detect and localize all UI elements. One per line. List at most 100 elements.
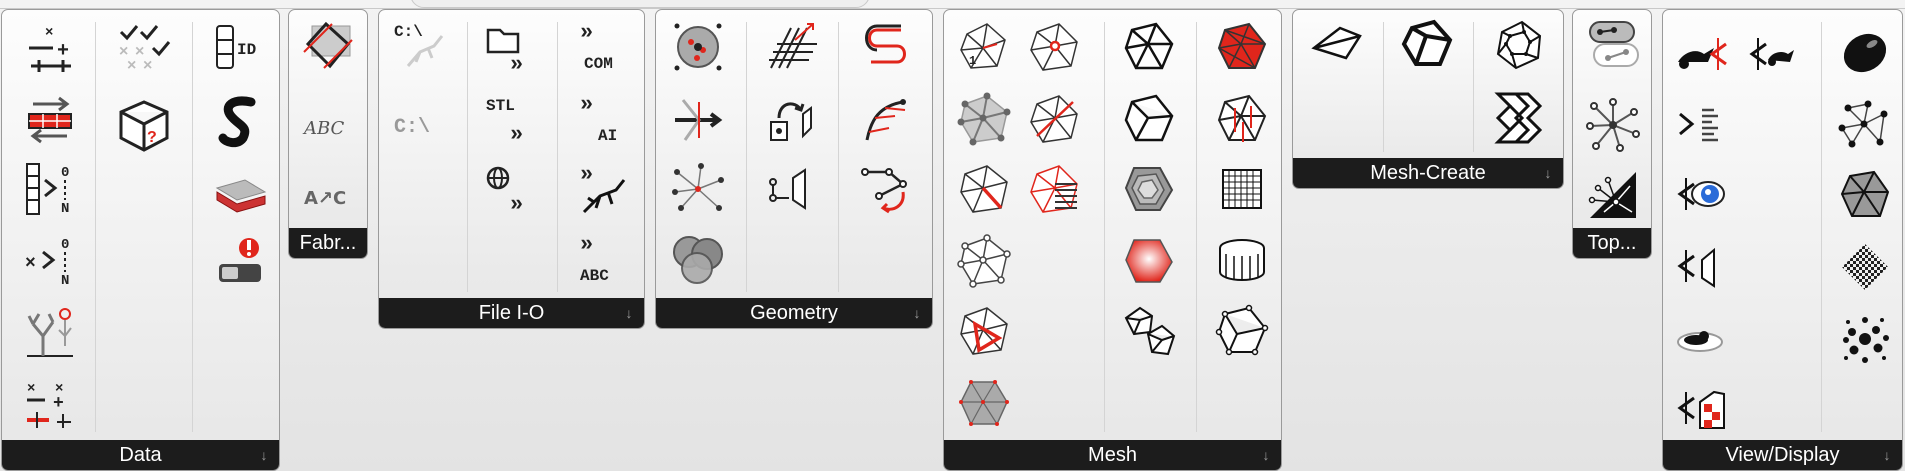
mesh-normals-button[interactable]: [1212, 90, 1272, 148]
mesh-vertex-center-button[interactable]: [1024, 18, 1084, 76]
data-calc-button[interactable]: × × +: [20, 374, 80, 432]
geo-point-cloud-button[interactable]: [668, 18, 728, 76]
fileio-export-gh-button[interactable]: »: [571, 160, 631, 218]
fab-text-tag-button[interactable]: ABC: [299, 98, 359, 156]
panel-mesh-label[interactable]: Mesh ↓: [944, 440, 1281, 470]
fileio-export-text-button[interactable]: » ABC: [571, 230, 631, 288]
fileio-export-stl-button[interactable]: STL »: [481, 90, 541, 148]
mesh-red-faces-button[interactable]: [1212, 18, 1272, 76]
data-table-swap-button[interactable]: [20, 90, 80, 148]
data-toggle-warning-button[interactable]: [210, 232, 270, 290]
mesh-edge-split-icon: [1030, 95, 1078, 143]
geo-region-union-button[interactable]: [668, 230, 728, 288]
mesh-face-normals-button[interactable]: 1: [954, 18, 1014, 76]
mesh-wire-vertices-button[interactable]: [954, 232, 1014, 290]
meshcreate-zigzag-button[interactable]: [1489, 86, 1549, 144]
data-check-pattern-button[interactable]: × × × ×: [114, 18, 174, 76]
view-mesh-display-button[interactable]: [1835, 166, 1895, 224]
mesh-wireframe-button[interactable]: [1119, 18, 1179, 76]
data-script-button[interactable]: [210, 90, 270, 148]
view-preview-gh-button[interactable]: [1671, 24, 1731, 82]
data-cross-index-button[interactable]: × 0 N: [20, 232, 80, 290]
mesh-face-data-button[interactable]: [1024, 160, 1084, 218]
panel-fabrication-title: Fabr...: [299, 231, 357, 254]
view-plane-preview-button[interactable]: [1671, 238, 1731, 296]
mesh-contour-button[interactable]: [1119, 160, 1179, 218]
topo-region-network-button[interactable]: [1583, 16, 1643, 74]
panel-data-expand-icon[interactable]: ↓: [255, 446, 273, 464]
panel-mesh-expand-icon[interactable]: ↓: [1257, 446, 1275, 464]
geo-curve-offset-button[interactable]: [856, 18, 916, 76]
mesh-cylinder-button[interactable]: [1212, 232, 1272, 290]
meshcreate-delaunay-button[interactable]: [1307, 16, 1367, 74]
fab-unroll-button[interactable]: [299, 16, 359, 74]
data-tree-button[interactable]: [20, 304, 80, 362]
mesh-edges-button[interactable]: [1212, 302, 1272, 360]
topo-brep-network-button[interactable]: [1583, 166, 1643, 224]
panel-data-label[interactable]: Data ↓: [2, 440, 279, 470]
mesh-naked-edges-button[interactable]: [954, 302, 1014, 360]
panel-mesh-title: Mesh: [1088, 443, 1137, 466]
view-point-graph-button[interactable]: [1835, 96, 1895, 154]
geo-polyline-rotate-button[interactable]: [856, 160, 916, 218]
mesh-outline-button[interactable]: [1119, 90, 1179, 148]
data-list-index-button[interactable]: 0 N: [20, 160, 80, 218]
mesh-vertex-star-button[interactable]: [954, 90, 1014, 148]
panel-topology: Top...: [1572, 9, 1652, 259]
data-layer-button[interactable]: [210, 162, 270, 220]
mesh-shaded-red-button[interactable]: [1119, 232, 1179, 290]
column-separator: [192, 22, 193, 432]
view-black-sphere-button[interactable]: [1835, 24, 1895, 82]
fileio-export-folder-button[interactable]: »: [481, 18, 541, 77]
panel-file-io-expand-icon[interactable]: ↓: [620, 304, 638, 322]
data-id-button[interactable]: ID: [210, 18, 270, 76]
panel-view-display-expand-icon[interactable]: ↓: [1878, 446, 1896, 464]
fileio-export-web-button[interactable]: »: [481, 160, 541, 218]
view-dots-cluster-button[interactable]: [1835, 310, 1895, 368]
panel-geometry-expand-icon[interactable]: ↓: [908, 304, 926, 322]
panel-mesh-create-label[interactable]: Mesh-Create ↓: [1293, 158, 1563, 188]
view-gradient-button[interactable]: [1671, 380, 1731, 438]
fileio-path-button[interactable]: C:\: [391, 96, 451, 154]
svg-text:N: N: [61, 201, 69, 217]
geo-curve-divide-button[interactable]: [856, 90, 916, 148]
star-network-icon: [672, 163, 724, 211]
panel-topology-label[interactable]: Top...: [1573, 228, 1651, 258]
column-separator: [557, 22, 558, 292]
view-text-tag-button[interactable]: [1671, 96, 1731, 154]
geo-grid-arrows-button[interactable]: [762, 18, 822, 76]
mesh-edges-icon: [1215, 304, 1269, 356]
fileio-export-com-button[interactable]: » COM: [571, 18, 631, 76]
data-split-combine-button[interactable]: × +: [20, 18, 80, 76]
svg-text:×: ×: [27, 381, 35, 397]
geo-rotate-box-button[interactable]: [762, 90, 822, 148]
meshcreate-voronoi-button[interactable]: [1489, 16, 1549, 74]
panel-mesh-create-expand-icon[interactable]: ↓: [1539, 164, 1557, 182]
panel-view-display-label[interactable]: View/Display ↓: [1663, 440, 1902, 470]
data-unknown-box-button[interactable]: ?: [114, 96, 174, 154]
fileio-export-ai-button[interactable]: » AI: [571, 90, 631, 148]
geo-point-plane-button[interactable]: [762, 160, 822, 218]
panel-file-io-label[interactable]: File I-O ↓: [379, 298, 644, 328]
geo-star-network-button[interactable]: [668, 160, 728, 218]
mesh-grid-button[interactable]: [1212, 160, 1272, 218]
com-export-icon: » COM: [580, 20, 613, 73]
panel-fabrication-label[interactable]: Fabr...: [289, 228, 367, 258]
mesh-shaded-vertices-button[interactable]: [954, 374, 1014, 432]
view-cloud-display-button[interactable]: [1671, 168, 1731, 226]
view-custom-preview-button[interactable]: [1741, 24, 1801, 82]
topo-star-graph-button[interactable]: [1583, 96, 1643, 154]
geo-vector-button[interactable]: [668, 90, 728, 148]
view-dot-display-button[interactable]: [1671, 310, 1731, 368]
mesh-join-button[interactable]: [1119, 302, 1179, 360]
star-graph-icon: [1586, 98, 1640, 152]
fab-text-engrave-button[interactable]: A↗C: [299, 168, 359, 226]
svg-text:×: ×: [127, 57, 136, 74]
view-dither-button[interactable]: [1835, 238, 1895, 296]
mesh-edge-split-button[interactable]: [1024, 90, 1084, 148]
check-pattern-icon: × × × ×: [119, 25, 171, 74]
meshcreate-convex-hull-button[interactable]: [1397, 16, 1457, 74]
mesh-edge-highlight-button[interactable]: [954, 160, 1014, 218]
fileio-path-read-button[interactable]: C:\: [391, 16, 451, 74]
panel-geometry-label[interactable]: Geometry ↓: [656, 298, 932, 328]
